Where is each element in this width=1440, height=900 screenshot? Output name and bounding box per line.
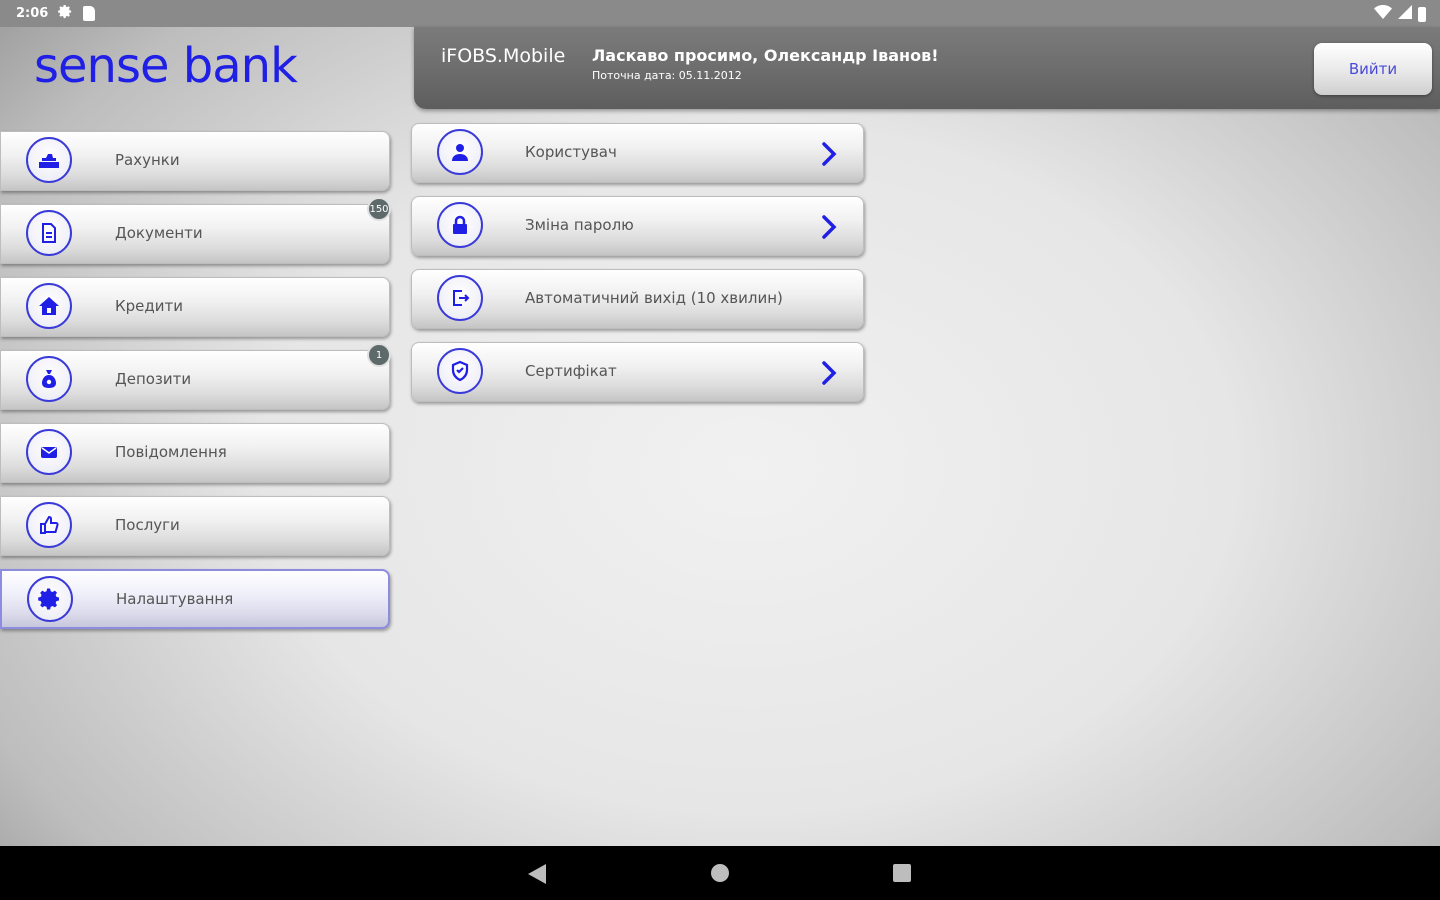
wifi-icon: [1374, 5, 1392, 23]
settings-item-label: Зміна паролю: [525, 216, 634, 234]
signal-icon: [1398, 5, 1412, 23]
chevron-right-icon: [822, 361, 837, 385]
accounts-icon: [26, 137, 72, 183]
welcome-text: Ласкаво просимо, Олександр Іванов!: [592, 46, 939, 65]
battery-icon: [1418, 6, 1426, 22]
bank-logo: sense bank: [34, 38, 298, 94]
sidebar-item-services[interactable]: Послуги: [0, 496, 390, 556]
sidebar-item-settings[interactable]: Налаштування: [0, 569, 390, 629]
home-icon: [26, 283, 72, 329]
lock-icon: [437, 202, 483, 248]
thumbs-up-icon: [26, 502, 72, 548]
app-name: iFOBS.Mobile: [441, 45, 566, 67]
sidebar-item-documents[interactable]: Документи: [0, 204, 390, 264]
navigation-bar: [0, 846, 1440, 900]
settings-item-label: Сертифікат: [525, 362, 617, 380]
settings-item-change-password[interactable]: Зміна паролю: [411, 196, 864, 256]
sidebar-item-label: Кредити: [115, 297, 184, 315]
settings-item-auto-logout[interactable]: Автоматичний вихід (10 хвилин): [411, 269, 864, 329]
sidebar-item-label: Налаштування: [116, 590, 234, 608]
chevron-right-icon: [822, 215, 837, 239]
chevron-right-icon: [822, 142, 837, 166]
logout-button[interactable]: Вийти: [1314, 43, 1432, 95]
sim-card-icon: [83, 6, 96, 21]
sidebar-item-label: Повідомлення: [115, 443, 227, 461]
settings-item-label: Користувач: [525, 143, 617, 161]
user-icon: [437, 129, 483, 175]
settings-status-icon: [58, 4, 73, 23]
header-bar: iFOBS.Mobile Ласкаво просимо, Олександр …: [414, 27, 1440, 109]
document-icon: [26, 210, 72, 256]
status-time: 2:06: [16, 6, 49, 21]
settings-item-label: Автоматичний вихід (10 хвилин): [525, 289, 783, 307]
envelope-icon: [26, 429, 72, 475]
sidebar-item-label: Документи: [115, 224, 203, 242]
gear-icon: [27, 576, 73, 622]
sidebar-item-label: Депозити: [115, 370, 192, 388]
home-nav-icon[interactable]: [711, 864, 729, 882]
sidebar-item-label: Рахунки: [115, 151, 180, 169]
deposits-count-badge: 1: [367, 343, 391, 367]
documents-count-badge: 150: [367, 197, 391, 221]
sidebar-item-messages[interactable]: Повідомлення: [0, 423, 390, 483]
sidebar-item-accounts[interactable]: Рахунки: [0, 131, 390, 191]
sidebar-item-credits[interactable]: Кредити: [0, 277, 390, 337]
sidebar-item-deposits[interactable]: Депозити: [0, 350, 390, 410]
exit-icon: [437, 275, 483, 321]
current-date: Поточна дата: 05.11.2012: [592, 69, 742, 82]
sidebar-item-label: Послуги: [115, 516, 180, 534]
status-bar: 2:06: [0, 0, 1440, 27]
settings-item-certificate[interactable]: Сертифікат: [411, 342, 864, 402]
settings-item-user[interactable]: Користувач: [411, 123, 864, 183]
money-bag-icon: [26, 356, 72, 402]
shield-icon: [437, 348, 483, 394]
recent-apps-icon[interactable]: [893, 864, 911, 882]
back-icon[interactable]: [528, 864, 546, 884]
